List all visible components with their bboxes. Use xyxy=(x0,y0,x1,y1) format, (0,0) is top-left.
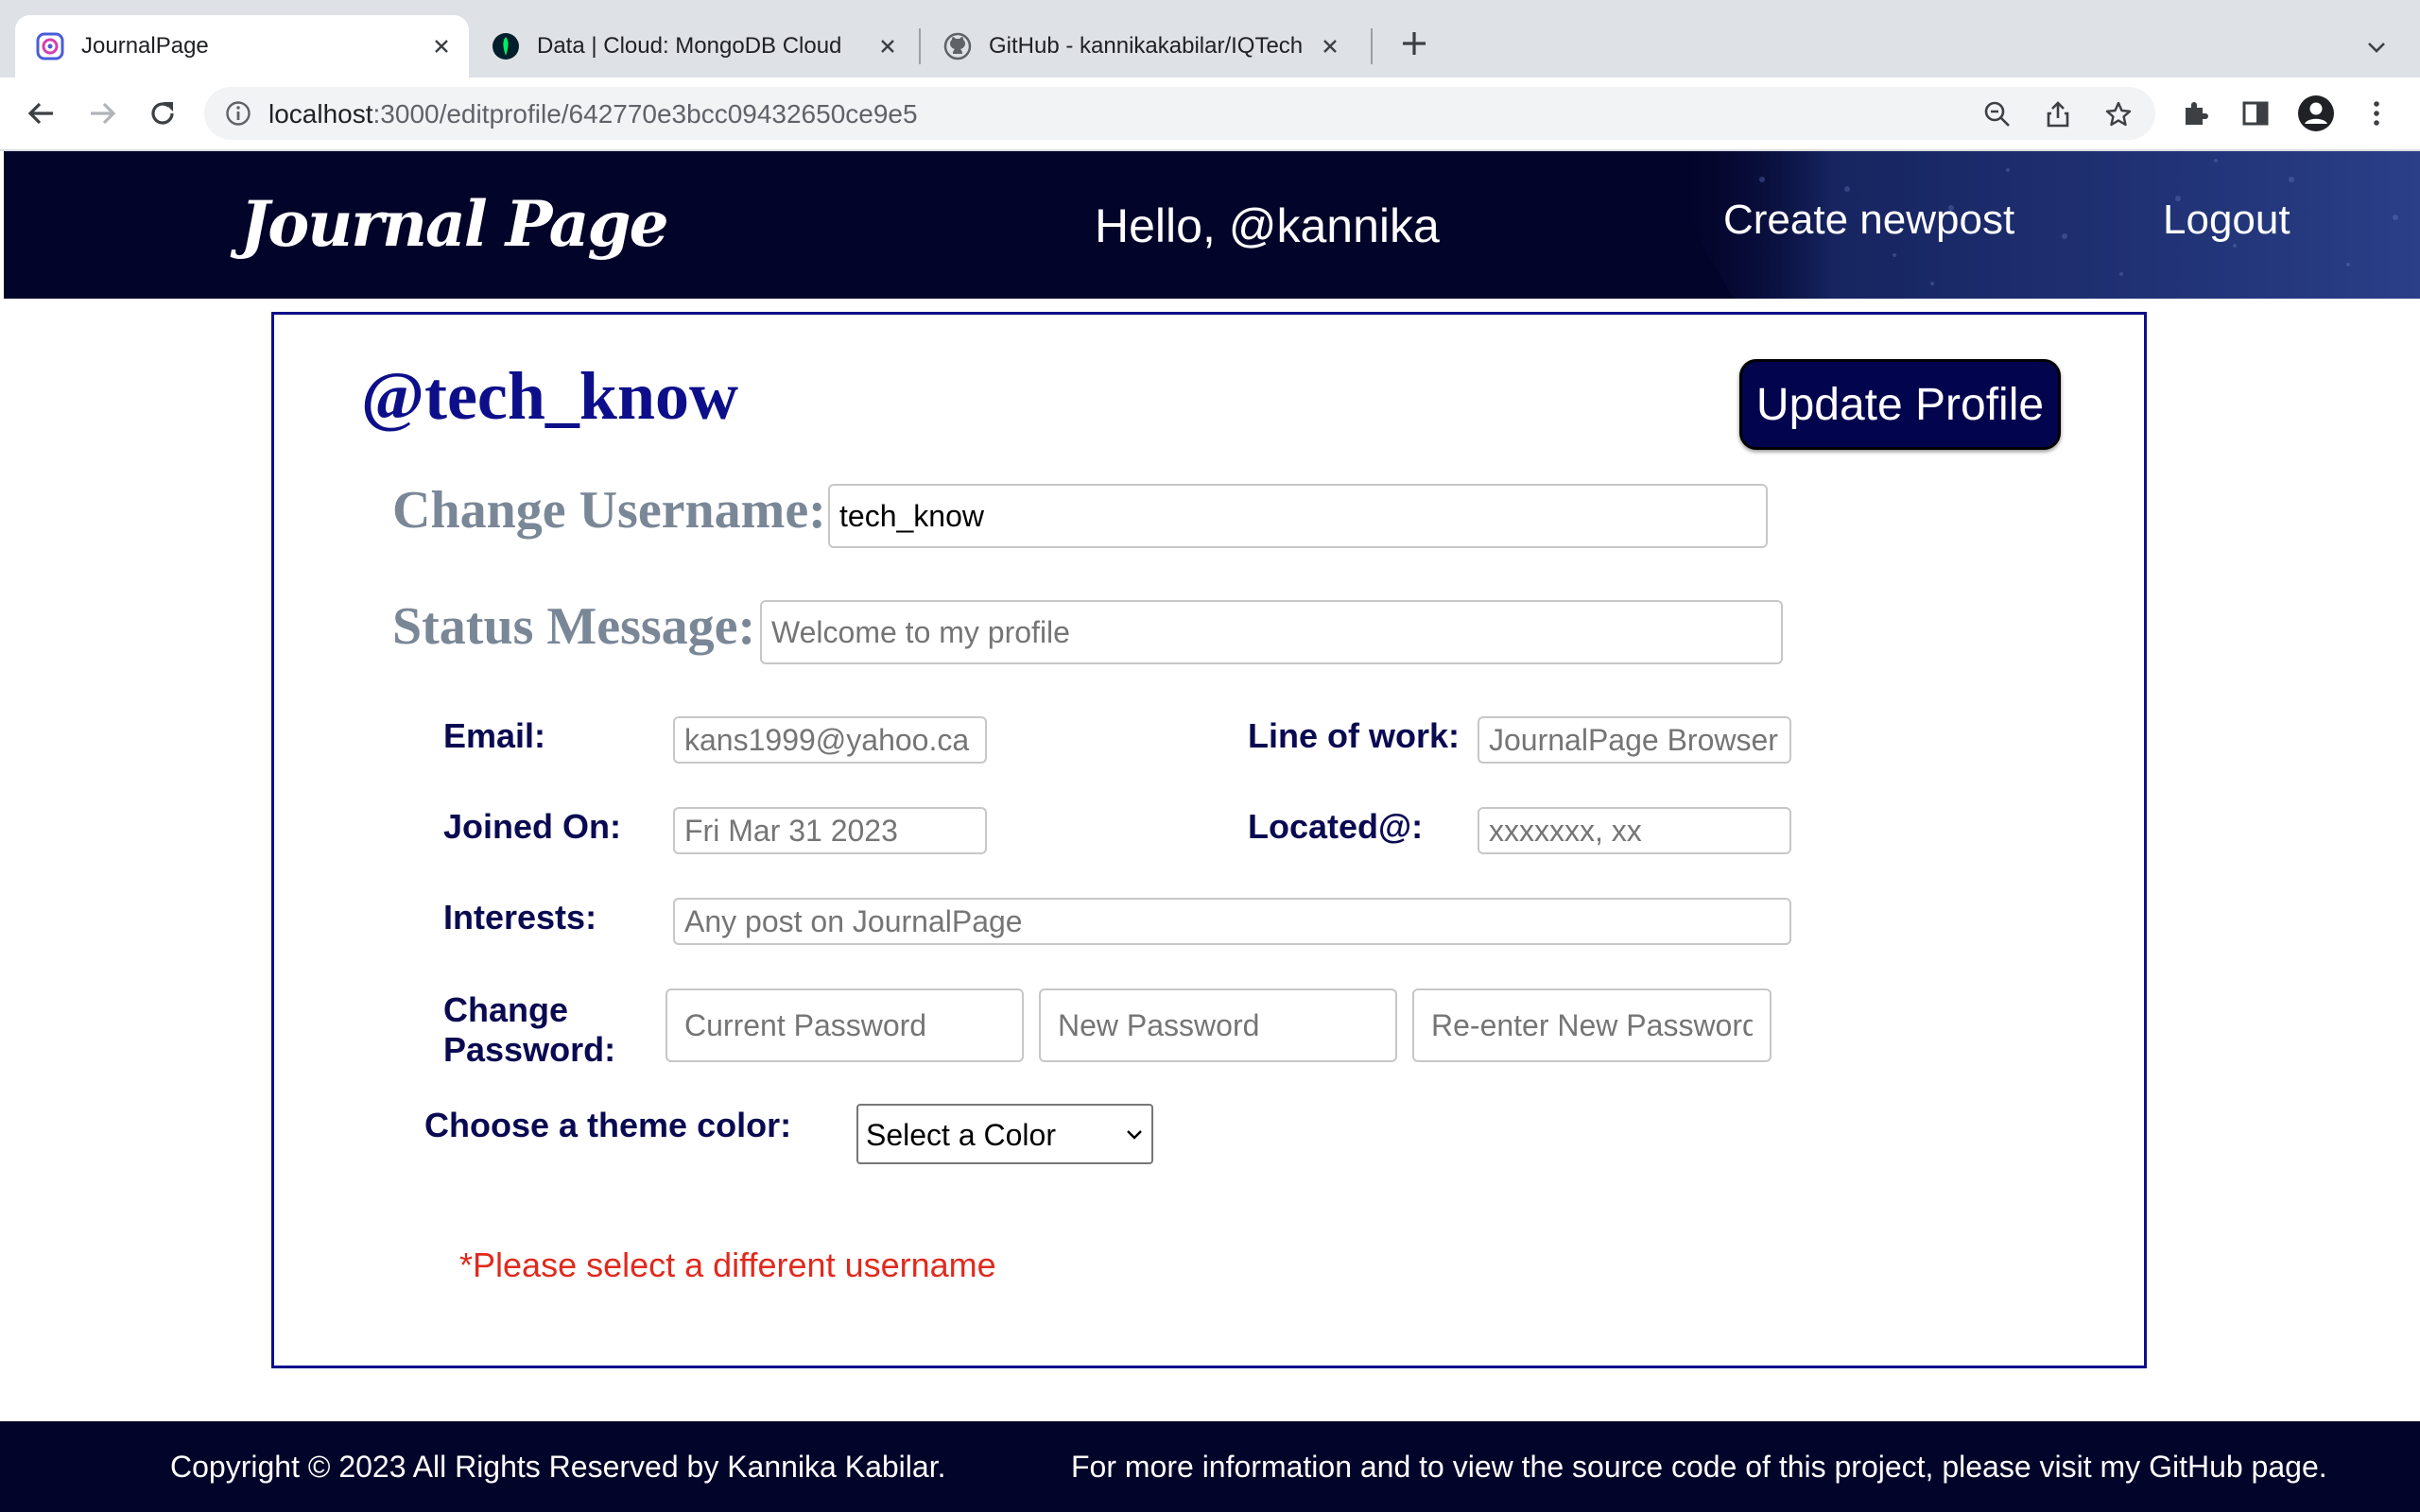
site-logo[interactable]: Journal Page xyxy=(240,187,669,261)
create-newpost-link[interactable]: Create newpost xyxy=(1723,197,2014,244)
theme-color-select[interactable]: Select a Color xyxy=(856,1104,1153,1164)
change-username-label: Change Username: xyxy=(392,481,826,540)
tab-separator xyxy=(1371,28,1373,64)
url-host: localhost xyxy=(268,99,373,129)
close-tab-icon[interactable] xyxy=(427,32,456,60)
zoom-magnifier-icon[interactable] xyxy=(1983,100,2012,129)
profile-handle: @tech_know xyxy=(361,358,738,434)
status-message-input[interactable] xyxy=(760,600,1783,664)
line-of-work-label: Line of work: xyxy=(1248,716,1460,755)
theme-color-label: Choose a theme color: xyxy=(424,1106,792,1144)
browser-toolbar: localhost:3000/editprofile/642770e3bcc09… xyxy=(0,77,2420,149)
joined-on-label: Joined On: xyxy=(443,807,621,846)
extensions-puzzle-icon[interactable] xyxy=(2176,94,2214,132)
update-profile-button[interactable]: Update Profile xyxy=(1739,359,2061,450)
mongodb-leaf-icon xyxy=(493,33,519,60)
url-path: :3000/editprofile/642770e3bcc09432650ce9… xyxy=(372,99,918,129)
located-input[interactable] xyxy=(1478,807,1791,854)
tab-separator xyxy=(919,28,921,64)
tab-github[interactable]: GitHub - kannikakabilar/IQTech xyxy=(923,15,1357,77)
browser-tab-strip: JournalPage Data | Cloud: MongoDB Cloud … xyxy=(0,0,2420,77)
tab-journalpage[interactable]: JournalPage xyxy=(15,15,469,77)
new-tab-plus-icon[interactable] xyxy=(1397,26,1431,60)
site-info-icon[interactable] xyxy=(225,100,251,127)
tab-search-chevron-down-icon[interactable] xyxy=(2360,30,2394,64)
close-tab-icon[interactable] xyxy=(1316,32,1344,60)
line-of-work-input[interactable] xyxy=(1478,716,1791,764)
github-icon xyxy=(943,32,972,60)
journalpage-favicon xyxy=(36,32,64,60)
footer-github-info[interactable]: For more information and to view the sou… xyxy=(1071,1450,2327,1485)
greeting: Hello, @kannika xyxy=(1095,199,1440,252)
share-icon[interactable] xyxy=(2044,100,2072,129)
located-label: Located@: xyxy=(1248,807,1424,846)
email-input[interactable] xyxy=(673,716,987,764)
forward-arrow-icon[interactable] xyxy=(83,94,121,132)
tab-title: Data | Cloud: MongoDB Cloud xyxy=(537,33,842,59)
username-input[interactable] xyxy=(828,484,1768,548)
email-label: Email: xyxy=(443,716,546,755)
reload-icon[interactable] xyxy=(144,94,182,132)
logout-link[interactable]: Logout xyxy=(2163,197,2290,244)
status-message-label: Status Message: xyxy=(392,597,756,656)
reenter-password-input[interactable] xyxy=(1412,988,1772,1062)
bookmark-star-icon[interactable] xyxy=(2104,100,2133,129)
interests-label: Interests: xyxy=(443,898,597,936)
back-arrow-icon[interactable] xyxy=(23,94,60,132)
site-header: Journal Page Hello, @kannika Create newp… xyxy=(4,151,2420,299)
footer-copyright: Copyright © 2023 All Rights Reserved by … xyxy=(170,1450,946,1484)
username-error-message: *Please select a different username xyxy=(459,1246,996,1284)
current-password-input[interactable] xyxy=(666,988,1024,1062)
chevron-down-icon xyxy=(1127,1130,1142,1140)
change-password-label: Change Password: xyxy=(443,990,615,1070)
tab-title: GitHub - kannikakabilar/IQTech xyxy=(989,33,1304,59)
side-panel-icon[interactable] xyxy=(2237,94,2274,132)
site-footer: Copyright © 2023 All Rights Reserved by … xyxy=(0,1421,2420,1512)
profile-avatar-icon[interactable] xyxy=(2297,94,2335,132)
interests-input[interactable] xyxy=(673,898,1791,945)
joined-on-input[interactable] xyxy=(673,807,987,854)
url-text[interactable]: localhost:3000/editprofile/642770e3bcc09… xyxy=(268,99,918,129)
tab-mongodb[interactable]: Data | Cloud: MongoDB Cloud xyxy=(471,15,915,77)
change-password-label-line2: Password: xyxy=(443,1030,616,1069)
theme-color-selected: Select a Color xyxy=(866,1118,1056,1152)
browser-menu-dots-icon[interactable] xyxy=(2358,94,2395,132)
address-bar[interactable]: localhost:3000/editprofile/642770e3bcc09… xyxy=(204,87,2155,140)
close-tab-icon[interactable] xyxy=(873,32,902,60)
change-password-label-line1: Change xyxy=(443,990,569,1029)
tab-title: JournalPage xyxy=(81,33,209,59)
new-password-input[interactable] xyxy=(1039,988,1397,1062)
